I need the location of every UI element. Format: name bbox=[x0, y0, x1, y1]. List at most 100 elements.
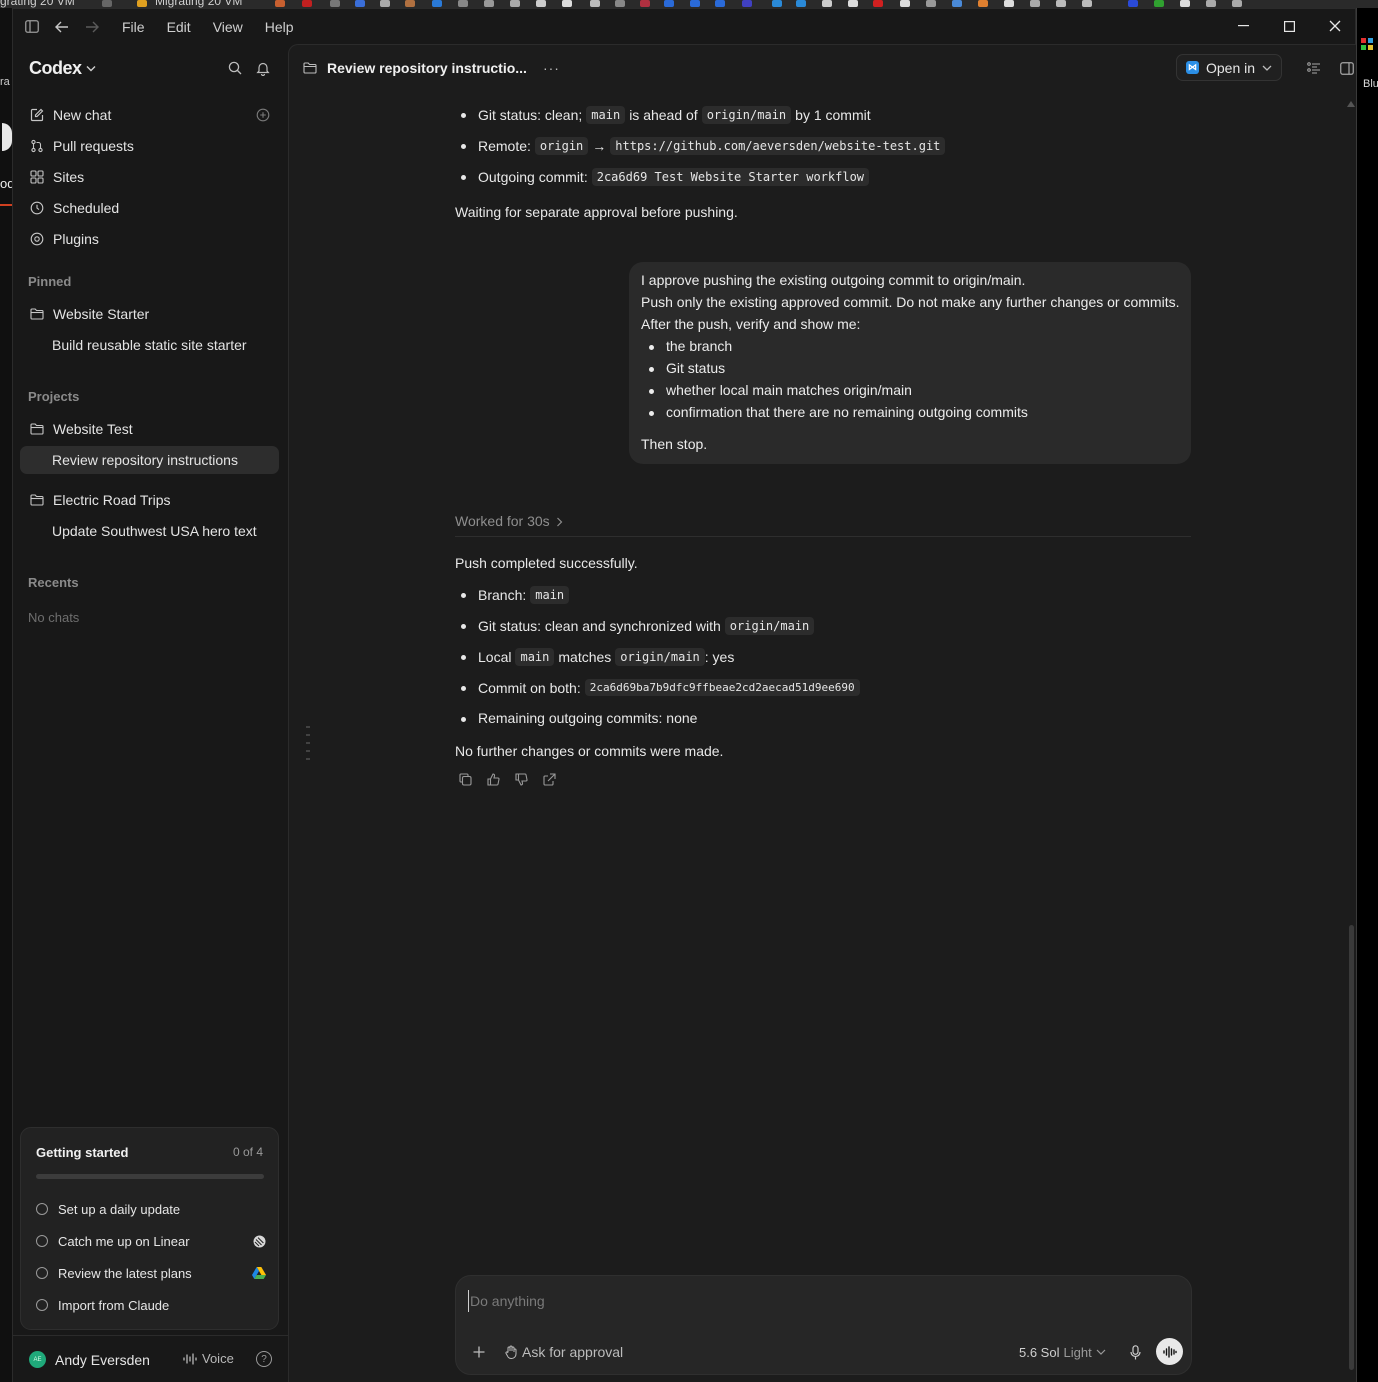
bullet-text: matches bbox=[558, 649, 612, 665]
assistant-paragraph: No further changes or commits were made. bbox=[455, 743, 724, 759]
scroll-up-arrow[interactable] bbox=[1347, 101, 1355, 107]
browser-tab-favicon bbox=[822, 0, 832, 7]
browser-tab-favicon bbox=[590, 0, 600, 7]
scrollbar[interactable] bbox=[1349, 925, 1354, 1370]
getting-started-item[interactable]: Import from Claude bbox=[36, 1294, 266, 1316]
copy-icon[interactable] bbox=[457, 771, 473, 787]
sidebar-item-label: Website Starter bbox=[53, 306, 150, 322]
composer-input[interactable] bbox=[468, 1290, 1168, 1312]
microphone-icon[interactable] bbox=[1126, 1342, 1144, 1362]
bullet-text: is ahead of bbox=[629, 107, 698, 123]
radio-icon[interactable] bbox=[36, 1267, 48, 1279]
avatar[interactable]: AE bbox=[29, 1351, 46, 1368]
section-label-recents: Recents bbox=[28, 575, 79, 590]
sidebar-item-new-chat[interactable]: New chat bbox=[20, 101, 279, 129]
browser-tab-label[interactable]: Migrating 20 VM bbox=[155, 0, 242, 8]
menu-file[interactable]: File bbox=[111, 12, 156, 42]
bell-icon[interactable] bbox=[253, 58, 273, 78]
share-icon[interactable] bbox=[541, 771, 557, 787]
open-in-button[interactable]: ⋈ Open in bbox=[1176, 54, 1282, 81]
list-item: Remaining outgoing commits: none bbox=[460, 710, 697, 726]
background-shape bbox=[2, 123, 12, 151]
new-chat-plus-icon[interactable] bbox=[256, 108, 270, 125]
search-icon[interactable] bbox=[225, 58, 245, 78]
menu-view[interactable]: View bbox=[202, 12, 254, 42]
model-selector[interactable]: 5.6 Sol Light bbox=[1019, 1342, 1106, 1362]
approval-mode-button[interactable]: Ask for approval bbox=[505, 1342, 623, 1362]
browser-tab-favicon bbox=[562, 0, 572, 7]
sidebar-toggle-icon[interactable] bbox=[17, 12, 47, 42]
browser-tab-favicon bbox=[275, 0, 285, 7]
app-switcher[interactable]: Codex bbox=[29, 58, 96, 79]
chevron-right-icon bbox=[556, 517, 563, 527]
bullet-text: Branch: bbox=[478, 587, 527, 603]
user-account-row[interactable]: AE Andy Eversden Voice ? bbox=[13, 1335, 288, 1382]
voice-button[interactable]: Voice bbox=[183, 1351, 234, 1366]
browser-tab-favicon bbox=[796, 0, 806, 7]
menu-help[interactable]: Help bbox=[254, 12, 305, 42]
bullet-text: Git status: clean and synchronized with bbox=[478, 618, 721, 634]
sidebar-folder-website-test[interactable]: Website Test bbox=[20, 415, 279, 443]
user-message-bullet: Git status bbox=[648, 360, 726, 376]
sidebar-item-sites[interactable]: Sites bbox=[20, 163, 279, 191]
sidebar-folder-website-starter[interactable]: Website Starter bbox=[20, 300, 279, 328]
minimize-icon[interactable] bbox=[1220, 9, 1266, 43]
assistant-paragraph: Push completed successfully. bbox=[455, 555, 638, 571]
radio-icon[interactable] bbox=[36, 1299, 48, 1311]
radio-icon[interactable] bbox=[36, 1203, 48, 1215]
list-item: Branch: main bbox=[460, 586, 573, 604]
clock-icon bbox=[29, 200, 45, 216]
chevron-down-icon bbox=[1096, 1349, 1106, 1355]
getting-started-card: Getting started 0 of 4 Set up a daily up… bbox=[20, 1127, 279, 1330]
browser-tab-favicon bbox=[536, 0, 546, 7]
getting-started-item[interactable]: Set up a daily update bbox=[36, 1198, 266, 1220]
checklist-icon[interactable] bbox=[1305, 59, 1323, 77]
sidebar-chat-item[interactable]: Build reusable static site starter bbox=[20, 331, 279, 359]
chevron-down-icon bbox=[1262, 65, 1272, 71]
background-window-right: Blu bbox=[1356, 8, 1378, 1382]
user-message-line: After the push, verify and show me: bbox=[641, 316, 861, 332]
forward-arrow-icon[interactable] bbox=[77, 12, 107, 42]
browser-tab-label[interactable]: grating 20 VM bbox=[0, 0, 75, 8]
drag-handle-icon[interactable] bbox=[305, 725, 311, 765]
radio-icon[interactable] bbox=[36, 1235, 48, 1247]
getting-started-item-label: Import from Claude bbox=[58, 1297, 170, 1313]
back-arrow-icon[interactable] bbox=[47, 12, 77, 42]
browser-tab-favicon bbox=[137, 0, 147, 7]
sidebar-chat-item[interactable]: Update Southwest USA hero text bbox=[20, 517, 279, 545]
inline-code: https://github.com/aeversden/website-tes… bbox=[610, 137, 946, 155]
browser-tab-favicon bbox=[1232, 0, 1242, 7]
sidebar-item-plugins[interactable]: Plugins bbox=[20, 225, 279, 253]
list-item: Local main matches origin/main : yes bbox=[460, 648, 734, 666]
getting-started-item[interactable]: Catch me up on Linear bbox=[36, 1230, 266, 1252]
browser-tab-favicon bbox=[1056, 0, 1066, 7]
sidebar-item-scheduled[interactable]: Scheduled bbox=[20, 194, 279, 222]
linear-logo-icon bbox=[252, 1234, 266, 1248]
voice-mode-button[interactable] bbox=[1156, 1338, 1183, 1365]
thumbs-down-icon[interactable] bbox=[513, 771, 529, 787]
close-icon[interactable] bbox=[1312, 9, 1358, 43]
thread-title[interactable]: Review repository instructio... bbox=[327, 60, 527, 76]
user-name[interactable]: Andy Eversden bbox=[55, 1352, 150, 1368]
list-item: Git status: clean; main is ahead of orig… bbox=[461, 106, 871, 124]
maximize-icon[interactable] bbox=[1266, 9, 1312, 43]
browser-tab-favicon bbox=[772, 0, 782, 7]
background-accent bbox=[0, 204, 12, 206]
more-options-icon[interactable]: ··· bbox=[543, 60, 560, 76]
bullet-text: Local bbox=[478, 649, 512, 665]
plugin-icon bbox=[29, 231, 45, 247]
sidebar-item-pull-requests[interactable]: Pull requests bbox=[20, 132, 279, 160]
help-icon[interactable]: ? bbox=[256, 1351, 272, 1367]
sidebar-chat-item-active[interactable]: Review repository instructions bbox=[20, 446, 279, 474]
folder-icon bbox=[29, 306, 45, 322]
thumbs-up-icon[interactable] bbox=[485, 771, 501, 787]
browser-tab-favicon bbox=[1154, 0, 1164, 7]
browser-tab-favicon bbox=[952, 0, 962, 7]
menu-edit[interactable]: Edit bbox=[156, 12, 202, 42]
add-attachment-button[interactable] bbox=[469, 1342, 489, 1362]
sidebar-folder-electric-road-trips[interactable]: Electric Road Trips bbox=[20, 486, 279, 514]
worked-for-disclosure[interactable]: Worked for 30s bbox=[455, 513, 1191, 537]
browser-tab-favicon bbox=[405, 0, 415, 7]
side-panel-toggle-icon[interactable] bbox=[1338, 59, 1356, 77]
getting-started-item[interactable]: Review the latest plans bbox=[36, 1262, 266, 1284]
